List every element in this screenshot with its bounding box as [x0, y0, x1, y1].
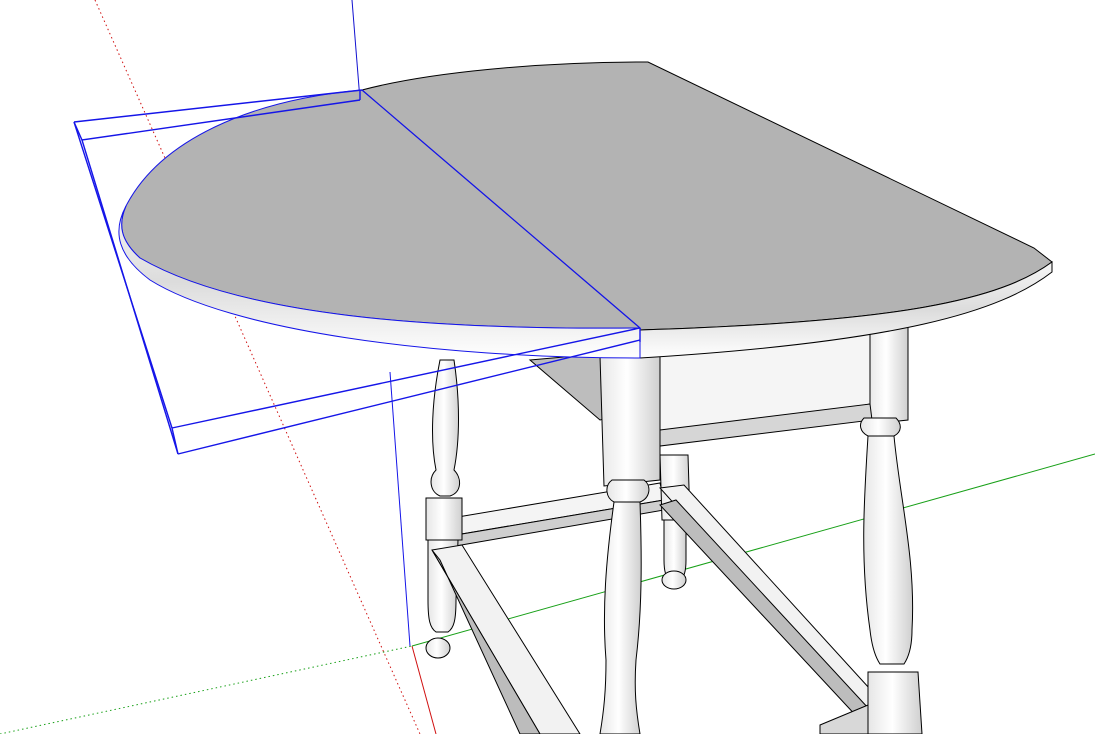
front-leg	[599, 349, 661, 734]
scene-canvas[interactable]	[0, 0, 1095, 734]
green-axis	[411, 453, 1095, 647]
blue-axis	[351, 0, 361, 101]
green-axis-dotted	[0, 645, 413, 734]
red-axis-solid	[411, 645, 437, 734]
right-leg	[860, 417, 923, 734]
modeling-viewport[interactable]	[0, 0, 1095, 734]
